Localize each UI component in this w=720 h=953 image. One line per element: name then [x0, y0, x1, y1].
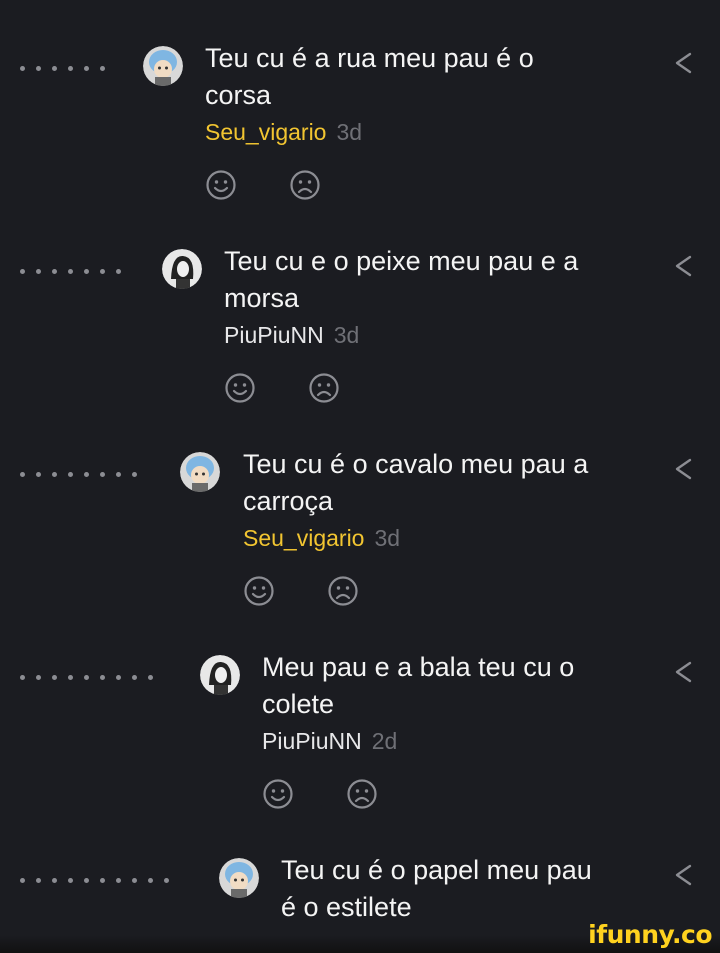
comment-time: 3d — [333, 322, 360, 348]
smile-face-icon[interactable] — [262, 778, 294, 810]
share-chevron-icon[interactable] — [672, 456, 694, 482]
smile-face-icon[interactable] — [224, 372, 256, 404]
avatar[interactable] — [162, 249, 202, 289]
thread-depth-dots — [20, 66, 105, 71]
smile-face-icon[interactable] — [243, 575, 275, 607]
thread-depth-dots — [20, 269, 121, 274]
sad-face-icon[interactable] — [346, 778, 378, 810]
share-chevron-icon[interactable] — [672, 862, 694, 888]
comment-author[interactable]: Seu_vigario — [205, 119, 326, 145]
share-chevron-icon[interactable] — [672, 253, 694, 279]
comment-time: 3d — [374, 525, 401, 551]
comment-text: Teu cu é o cavalo meu pau a carroça — [243, 449, 589, 516]
avatar[interactable] — [200, 655, 240, 695]
smile-face-icon[interactable] — [205, 169, 237, 201]
comment-time: 2d — [371, 728, 398, 754]
share-chevron-icon[interactable] — [672, 659, 694, 685]
share-chevron-icon[interactable] — [672, 50, 694, 76]
thread-depth-dots — [20, 472, 137, 477]
comment-text: Teu cu é o papel meu pau é o estilete — [281, 855, 592, 922]
comment-author[interactable]: PiuPiuNN — [224, 322, 324, 348]
sad-face-icon[interactable] — [327, 575, 359, 607]
comment-text: Meu pau e a bala teu cu o colete — [262, 652, 575, 719]
thread-depth-dots — [20, 675, 153, 680]
sad-face-icon[interactable] — [308, 372, 340, 404]
comment-author[interactable]: PiuPiuNN — [262, 728, 362, 754]
thread-depth-dots — [20, 878, 169, 883]
comment-text: Teu cu e o peixe meu pau e a morsa — [224, 246, 579, 313]
comment-author[interactable]: Seu_vigario — [243, 525, 364, 551]
comment-time: 3d — [336, 119, 363, 145]
sad-face-icon[interactable] — [289, 169, 321, 201]
comment-thread: Teu cu é a rua meu pau é o corsa Seu_vig… — [0, 0, 720, 953]
avatar[interactable] — [180, 452, 220, 492]
watermark: ifunny.co — [588, 920, 712, 949]
avatar[interactable] — [219, 858, 259, 898]
avatar[interactable] — [143, 46, 183, 86]
comment-text: Teu cu é a rua meu pau é o corsa — [205, 43, 534, 110]
